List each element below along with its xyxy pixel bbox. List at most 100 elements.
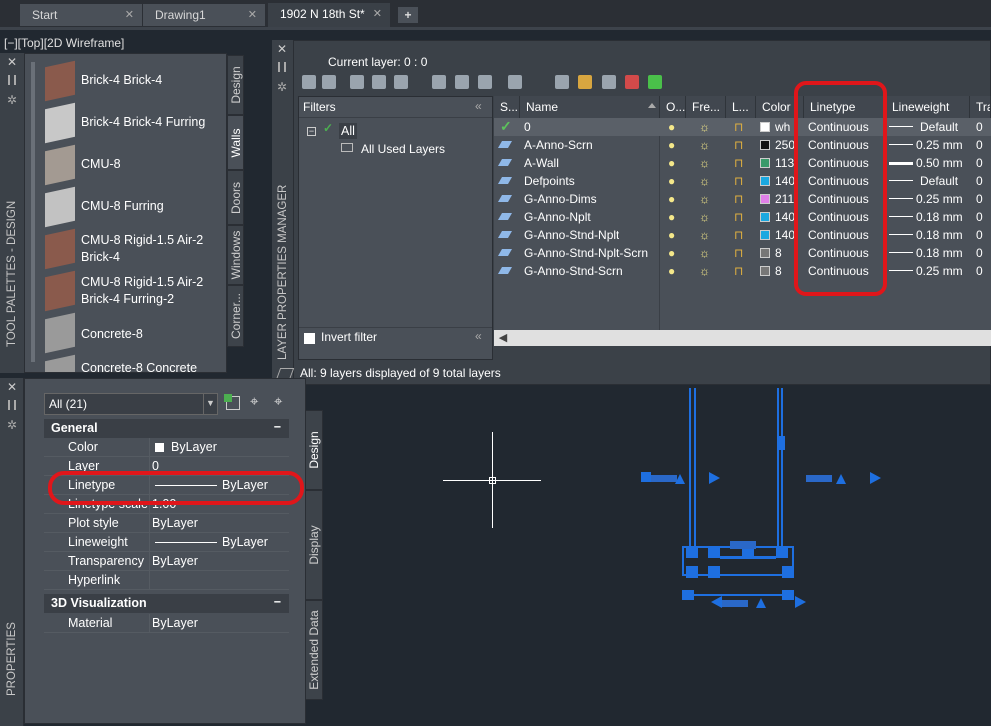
transparency-value[interactable]: 0 [976,264,983,278]
close-icon[interactable]: ✕ [373,7,382,20]
lightbulb-icon[interactable]: ● [668,192,675,206]
grip[interactable] [682,590,694,600]
scroll-left-icon[interactable]: ◀ [496,331,510,345]
tree-item-all[interactable]: All [339,123,357,139]
unlock-icon[interactable]: ⊓ [734,156,743,170]
unlock-icon[interactable]: ⊓ [734,210,743,224]
sun-icon[interactable]: ☼ [699,192,710,206]
property-row-hyperlink[interactable]: Hyperlink [44,571,289,590]
properties-icon[interactable]: ✲ [277,80,287,94]
reconcile-icon[interactable] [478,75,492,89]
column-header-name[interactable]: Name [520,96,660,118]
transparency-value[interactable]: 0 [976,210,983,224]
section-3d-visualization[interactable]: 3D Visualization − [44,594,289,613]
new-layer-icon[interactable] [555,75,569,89]
lineweight-value[interactable]: 0.25 mm [916,192,963,206]
column-header-lineweight[interactable]: Lineweight [886,96,970,118]
close-icon[interactable]: ✕ [125,8,134,21]
color-swatch[interactable] [760,194,770,204]
grip-arrow[interactable] [709,472,720,484]
property-row-color[interactable]: Color ByLayer [44,438,289,457]
column-header-status[interactable]: S... [494,96,520,118]
lightbulb-icon[interactable]: ● [668,264,675,278]
lightbulb-icon[interactable]: ● [668,120,675,134]
close-icon[interactable]: ✕ [7,55,17,69]
list-item[interactable]: Concrete-8 Concrete [25,354,225,372]
properties-icon[interactable]: ✲ [7,93,17,107]
collapse-icon[interactable]: − [274,595,281,609]
save-icon[interactable] [394,75,408,89]
grip-triangle[interactable] [756,598,766,608]
column-header-freeze[interactable]: Fre... [686,96,726,118]
autohide-icon[interactable] [8,400,16,410]
grip-arrow[interactable] [711,596,722,608]
close-icon[interactable]: ✕ [7,380,17,394]
column-header-linetype[interactable]: Linetype [804,96,886,118]
grip-arrow[interactable] [870,472,881,484]
property-row-layer[interactable]: Layer 0 [44,457,289,476]
autohide-icon[interactable] [8,75,16,85]
toggle-pickadd-icon[interactable] [224,394,240,410]
viewport-label[interactable]: [−][Top][2D Wireframe] [4,36,124,50]
collapse-icon[interactable]: « [475,99,482,113]
tab-1902-n-18th-st[interactable]: 1902 N 18th St* ✕ [268,3,390,27]
lineweight-value[interactable]: Default [920,120,958,134]
color-swatch[interactable] [760,176,770,186]
sun-icon[interactable]: ☼ [699,228,710,242]
autohide-icon[interactable] [278,62,286,72]
linetype-value[interactable]: Continuous [808,156,869,170]
delete-layer-icon[interactable] [602,75,616,89]
horizontal-scrollbar[interactable]: ◀ [494,330,991,346]
unlock-icon[interactable]: ⊓ [734,138,743,152]
tab-windows[interactable]: Windows [227,225,244,285]
grip[interactable] [641,472,651,482]
tab-extended-data[interactable]: Extended Data [305,600,323,700]
lightbulb-icon[interactable]: ● [668,210,675,224]
tree-collapse-icon[interactable]: − [307,127,316,136]
transparency-value[interactable]: 0 [976,156,983,170]
grip[interactable] [708,546,720,558]
column-header-color[interactable]: Color [756,96,804,118]
new-filter-icon[interactable] [302,75,316,89]
grip-triangle[interactable] [675,474,685,484]
lineweight-value[interactable]: 0.18 mm [916,210,963,224]
color-swatch[interactable] [760,158,770,168]
sun-icon[interactable]: ☼ [699,264,710,278]
sun-icon[interactable]: ☼ [699,210,710,224]
linetype-value[interactable]: Continuous [808,120,869,134]
tab-drawing1[interactable]: Drawing1 ✕ [143,4,265,26]
unlock-icon[interactable]: ⊓ [734,246,743,260]
layer-manager-titlebar[interactable]: ✕ ✲ LAYER PROPERTIES MANAGER [272,40,294,385]
unlock-icon[interactable]: ⊓ [734,192,743,206]
lightbulb-icon[interactable]: ● [668,138,675,152]
section-general[interactable]: General − [44,419,289,438]
table-row[interactable]: A-Anno-Scrn ● ☼ ⊓ 250 Continuous 0.25 mm 0 [494,136,991,154]
properties-titlebar[interactable]: ✕ ✲ PROPERTIES [0,378,24,726]
linetype-value[interactable]: Continuous [808,264,869,278]
list-item[interactable]: Brick-4 Brick-4 [25,60,225,102]
select-objects-icon[interactable]: ⌖ [250,393,258,410]
transparency-value[interactable]: 0 [976,192,983,206]
sun-icon[interactable]: ☼ [699,120,710,134]
color-swatch[interactable] [760,248,770,258]
unlock-icon[interactable]: ⊓ [734,264,743,278]
lightbulb-icon[interactable]: ● [668,156,675,170]
grip[interactable] [776,546,788,558]
property-row-lineweight[interactable]: Lineweight ByLayer [44,533,289,552]
lightbulb-icon[interactable]: ● [668,174,675,188]
folder-open-icon[interactable] [455,75,469,89]
grip-triangle[interactable] [836,474,846,484]
tab-corner[interactable]: Corner... [227,285,244,347]
tab-walls[interactable]: Walls [227,115,244,170]
delete-icon[interactable] [625,75,639,89]
settings-icon[interactable] [508,75,522,89]
grip[interactable] [782,590,794,600]
table-row[interactable]: Defpoints ● ☼ ⊓ 140 Continuous Default 0 [494,172,991,190]
transparency-value[interactable]: 0 [976,174,983,188]
chevron-down-icon[interactable]: ▼ [203,394,217,414]
column-header-transparency[interactable]: Tra [970,96,991,118]
quick-select-icon[interactable]: ⌖ [274,393,282,410]
import-icon[interactable] [372,75,386,89]
list-item[interactable]: Concrete-8 [25,312,225,354]
property-row-plot-style[interactable]: Plot style ByLayer [44,514,289,533]
